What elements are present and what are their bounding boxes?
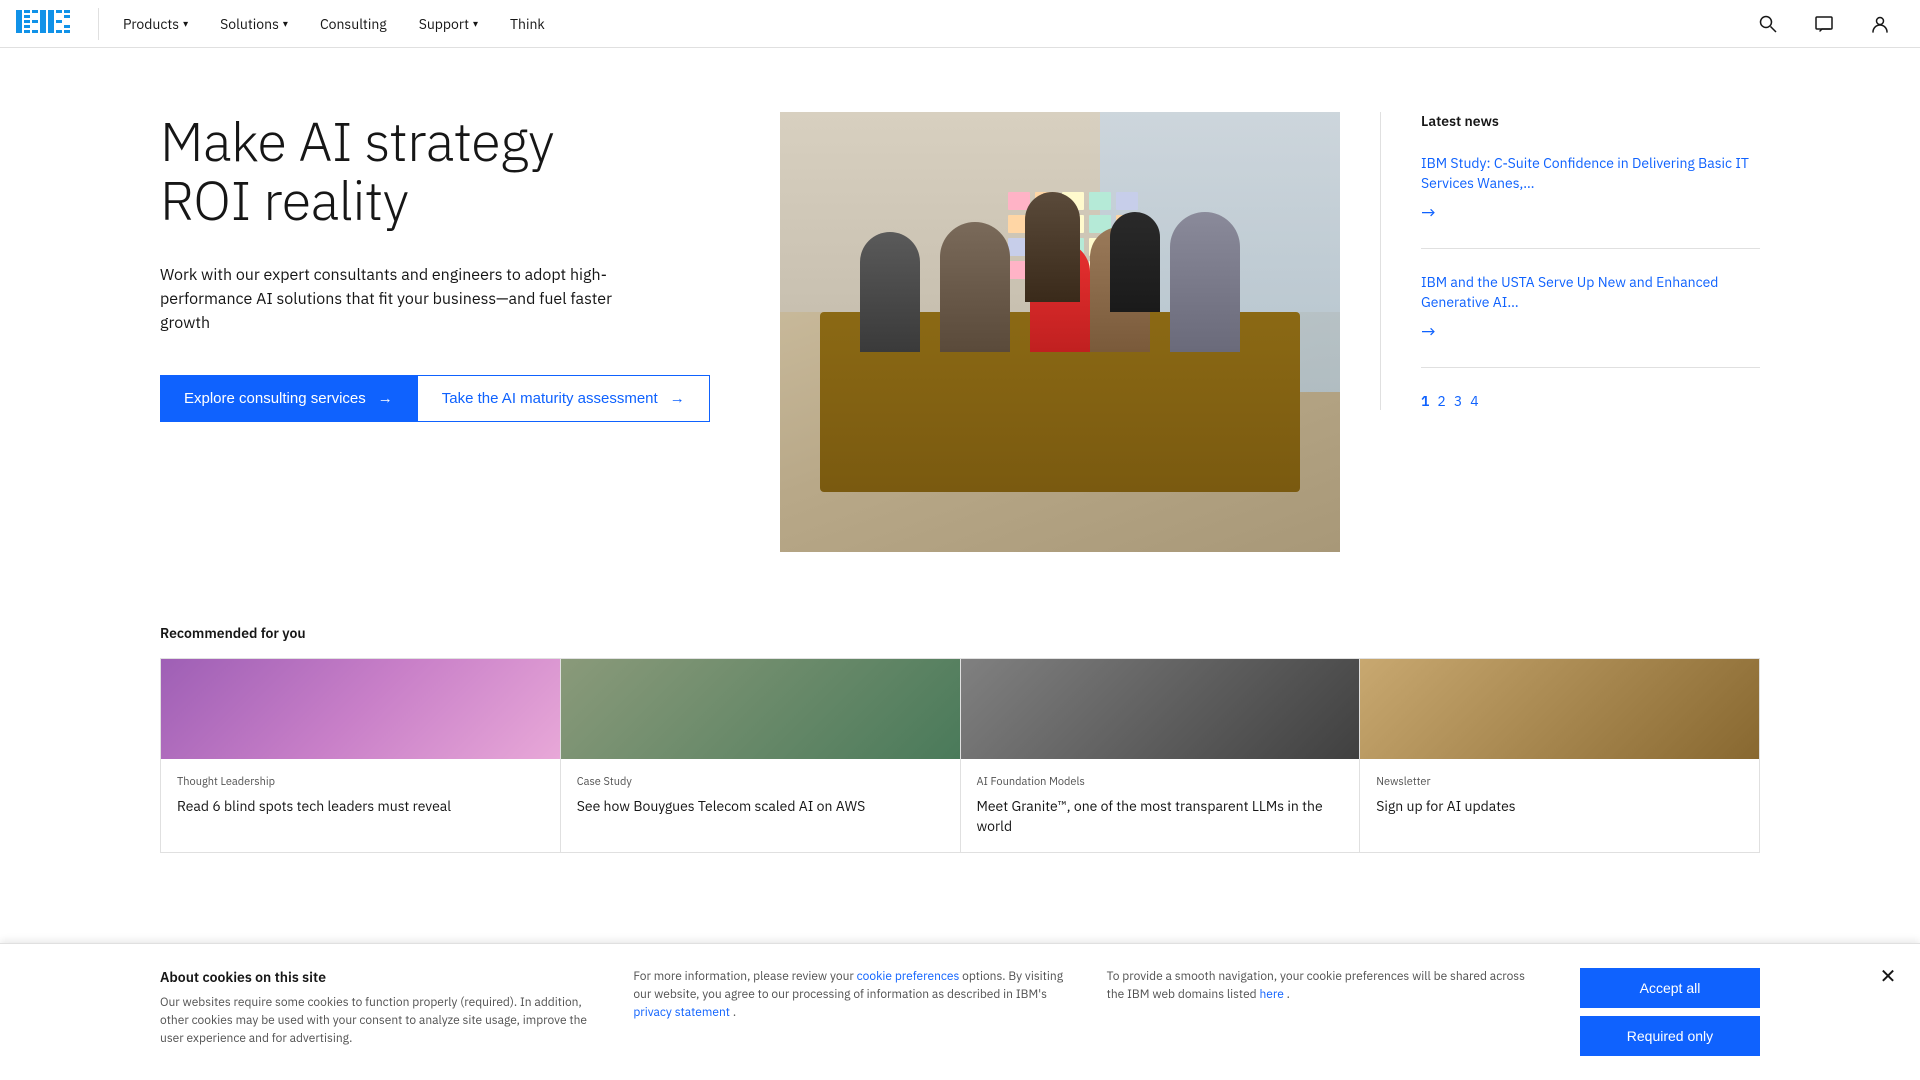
- news-section-title: Latest news: [1421, 112, 1760, 130]
- hero-title: Make AI strategy ROI reality: [160, 112, 740, 231]
- card-text-1: Read 6 blind spots tech leaders must rev…: [177, 797, 544, 817]
- card-image-4: [1360, 659, 1759, 759]
- user-button[interactable]: [1856, 0, 1904, 48]
- news-link-1[interactable]: IBM Study: C-Suite Confidence in Deliver…: [1421, 154, 1760, 193]
- search-icon: [1758, 14, 1778, 34]
- ibm-logo[interactable]: [16, 10, 74, 37]
- card-tag-4: Newsletter: [1376, 775, 1743, 789]
- recommended-cards: Thought leadership Read 6 blind spots te…: [160, 658, 1760, 853]
- news-item-1: IBM Study: C-Suite Confidence in Deliver…: [1421, 154, 1760, 249]
- cookie-domains-link[interactable]: here: [1259, 987, 1283, 1002]
- page-1[interactable]: 1: [1421, 392, 1429, 410]
- chat-button[interactable]: [1800, 0, 1848, 48]
- chevron-down-icon: ▾: [473, 17, 478, 30]
- card-text-4: Sign up for AI updates: [1376, 797, 1743, 817]
- main-content: Make AI strategy ROI reality Work with o…: [0, 48, 1920, 592]
- nav-solutions[interactable]: Solutions ▾: [204, 0, 304, 48]
- cookie-title: About cookies on this site: [160, 968, 593, 986]
- cookie-section-1: About cookies on this site Our websites …: [160, 968, 593, 1048]
- cookie-text-2: For more information, please review your…: [633, 968, 1066, 1022]
- privacy-statement-link[interactable]: privacy statement: [633, 1005, 730, 1020]
- card-image-2: [561, 659, 960, 759]
- nav-think[interactable]: Think: [494, 0, 561, 48]
- rec-card-4[interactable]: Newsletter Sign up for AI updates: [1360, 659, 1759, 852]
- hero-image: [780, 112, 1340, 552]
- meeting-photo: [780, 112, 1340, 552]
- news-panel: Latest news IBM Study: C-Suite Confidenc…: [1380, 112, 1760, 410]
- chevron-down-icon: ▾: [183, 17, 188, 30]
- cookie-section-3: To provide a smooth navigation, your coo…: [1107, 968, 1540, 1004]
- page-2[interactable]: 2: [1437, 392, 1445, 410]
- nav-products[interactable]: Products ▾: [107, 0, 204, 48]
- explore-consulting-button[interactable]: Explore consulting services →: [160, 375, 417, 422]
- arrow-right-icon: →: [378, 390, 393, 407]
- card-text-3: Meet Granite™, one of the most transpare…: [977, 797, 1344, 836]
- card-tag-1: Thought leadership: [177, 775, 544, 789]
- card-image-3: [961, 659, 1360, 759]
- hero-text: Make AI strategy ROI reality Work with o…: [160, 112, 740, 422]
- nav-support[interactable]: Support ▾: [403, 0, 494, 48]
- hero-subtitle: Work with our expert consultants and eng…: [160, 263, 660, 335]
- recommended-section: Recommended for you Thought leadership R…: [0, 592, 1920, 885]
- news-link-2[interactable]: IBM and the USTA Serve Up New and Enhanc…: [1421, 273, 1760, 312]
- page-4[interactable]: 4: [1470, 392, 1478, 410]
- nav-menu: Products ▾ Solutions ▾ Consulting Suppor…: [107, 0, 1744, 48]
- chevron-down-icon: ▾: [283, 17, 288, 30]
- arrow-right-icon: →: [670, 390, 685, 407]
- recommended-title: Recommended for you: [160, 624, 1760, 642]
- cookie-close-button[interactable]: ✕: [1872, 960, 1904, 992]
- cookie-text-1: Our websites require some cookies to fun…: [160, 994, 593, 1048]
- arrow-right-icon[interactable]: →: [1421, 201, 1436, 224]
- cookie-preferences-link[interactable]: cookie preferences: [857, 969, 960, 984]
- nav-consulting[interactable]: Consulting: [304, 0, 403, 48]
- card-image-1: [161, 659, 560, 759]
- cookie-section-2: For more information, please review your…: [633, 968, 1066, 1022]
- hero-cta-group: Explore consulting services → Take the A…: [160, 375, 740, 422]
- arrow-right-icon[interactable]: →: [1421, 320, 1436, 343]
- navigation: Products ▾ Solutions ▾ Consulting Suppor…: [0, 0, 1920, 48]
- news-pagination: 1 2 3 4: [1421, 392, 1760, 410]
- search-button[interactable]: [1744, 0, 1792, 48]
- news-item-2: IBM and the USTA Serve Up New and Enhanc…: [1421, 273, 1760, 368]
- maturity-assessment-button[interactable]: Take the AI maturity assessment →: [417, 375, 710, 422]
- required-only-button[interactable]: Required only: [1580, 1016, 1760, 1056]
- page-3[interactable]: 3: [1454, 392, 1462, 410]
- cookie-buttons: Accept all Required only: [1580, 968, 1760, 1056]
- card-text-2: See how Bouygues Telecom scaled AI on AW…: [577, 797, 944, 817]
- rec-card-1[interactable]: Thought leadership Read 6 blind spots te…: [161, 659, 561, 852]
- cookie-banner: ✕ About cookies on this site Our website…: [0, 943, 1920, 1080]
- nav-divider: [98, 8, 99, 40]
- cookie-text-3: To provide a smooth navigation, your coo…: [1107, 968, 1540, 1004]
- nav-actions: [1744, 0, 1904, 48]
- card-tag-2: Case study: [577, 775, 944, 789]
- user-icon: [1870, 14, 1890, 34]
- accept-all-button[interactable]: Accept all: [1580, 968, 1760, 1008]
- chat-icon: [1814, 14, 1834, 34]
- card-tag-3: AI foundation models: [977, 775, 1344, 789]
- rec-card-2[interactable]: Case study See how Bouygues Telecom scal…: [561, 659, 961, 852]
- rec-card-3[interactable]: AI foundation models Meet Granite™, one …: [961, 659, 1361, 852]
